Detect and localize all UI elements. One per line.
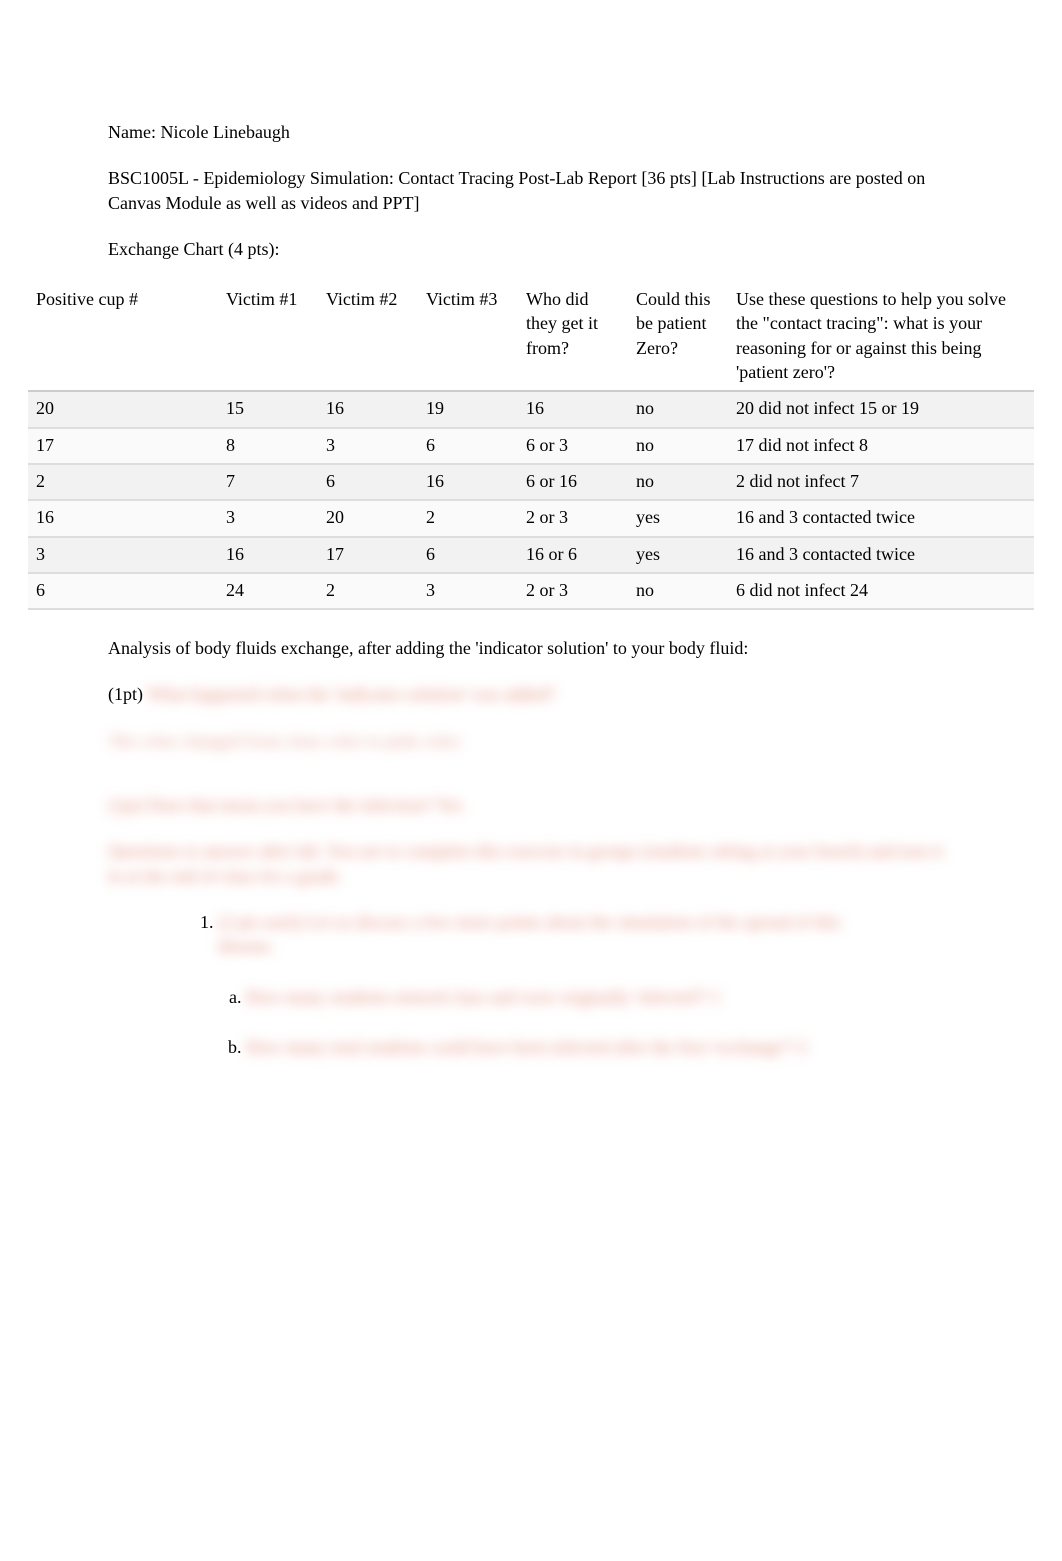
table-row: 1632022 or 3yes16 and 3 contacted twice <box>28 500 1034 536</box>
cell-v3: 16 <box>418 464 518 500</box>
table-row: 31617616 or 6yes16 and 3 contacted twice <box>28 537 1034 573</box>
cell-pz: yes <box>628 537 728 573</box>
cell-v2: 20 <box>318 500 418 536</box>
table-row: 624232 or 3no6 did not infect 24 <box>28 573 1034 609</box>
cell-reason: 6 did not infect 24 <box>728 573 1034 609</box>
cell-who: 6 or 16 <box>518 464 628 500</box>
cell-positive: 2 <box>28 464 218 500</box>
alpha-item-b: How many total students could have been … <box>246 1035 894 1059</box>
table-header-row: Positive cup # Victim #1 Victim #2 Victi… <box>28 283 1034 391</box>
col-header-reason: Use these questions to help you solve th… <box>728 283 1034 391</box>
cell-v3: 3 <box>418 573 518 609</box>
cell-v2: 3 <box>318 428 418 464</box>
question-2-blurred: (1pt) Does that mean you have the infect… <box>108 793 954 817</box>
num1a-text-blurred: How many students entered class and were… <box>246 987 721 1007</box>
cell-pz: no <box>628 464 728 500</box>
col-header-victim1: Victim #1 <box>218 283 318 391</box>
cell-who: 2 or 3 <box>518 500 628 536</box>
lab-report-page: Name: Nicole Linebaugh BSC1005L - Epidem… <box>0 0 1062 1145</box>
cell-v3: 19 <box>418 391 518 427</box>
cell-positive: 20 <box>28 391 218 427</box>
question-1: (1pt) What happened when the 'indicator … <box>108 682 954 706</box>
cell-pz: no <box>628 391 728 427</box>
cell-v2: 17 <box>318 537 418 573</box>
cell-positive: 16 <box>28 500 218 536</box>
cell-reason: 16 and 3 contacted twice <box>728 500 1034 536</box>
q1-text-blurred: What happened when the 'indicator soluti… <box>143 684 555 704</box>
exchange-chart-heading: Exchange Chart (4 pts): <box>108 237 954 261</box>
cell-pz: no <box>628 428 728 464</box>
q1-prefix: (1pt) <box>108 684 143 704</box>
col-header-pz: Could this be patient Zero? <box>628 283 728 391</box>
answer-1-blurred: The color changed from clear color to pi… <box>108 729 954 753</box>
cell-pz: yes <box>628 500 728 536</box>
group-instructions-blurred: Questions to answer after lab. You are t… <box>108 839 954 888</box>
cell-v1: 15 <box>218 391 318 427</box>
col-header-positive: Positive cup # <box>28 283 218 391</box>
student-name: Name: Nicole Linebaugh <box>108 120 954 144</box>
cell-v1: 24 <box>218 573 318 609</box>
col-header-victim3: Victim #3 <box>418 283 518 391</box>
cell-v3: 2 <box>418 500 518 536</box>
alpha-list: How many students entered class and were… <box>246 985 894 1060</box>
cell-v1: 7 <box>218 464 318 500</box>
exchange-chart-table: Positive cup # Victim #1 Victim #2 Victi… <box>28 283 1034 610</box>
cell-positive: 6 <box>28 573 218 609</box>
table-body: 2015161916no20 did not infect 15 or 1917… <box>28 391 1034 609</box>
table-row: 178366 or 3no17 did not infect 8 <box>28 428 1034 464</box>
cell-who: 6 or 3 <box>518 428 628 464</box>
cell-v2: 6 <box>318 464 418 500</box>
cell-v3: 6 <box>418 428 518 464</box>
cell-reason: 17 did not infect 8 <box>728 428 1034 464</box>
cell-reason: 2 did not infect 7 <box>728 464 1034 500</box>
alpha-item-a: How many students entered class and were… <box>246 985 894 1009</box>
cell-v3: 6 <box>418 537 518 573</box>
cell-v1: 16 <box>218 537 318 573</box>
analysis-intro: Analysis of body fluids exchange, after … <box>108 636 954 660</box>
report-title: BSC1005L - Epidemiology Simulation: Cont… <box>108 166 954 215</box>
cell-v2: 2 <box>318 573 418 609</box>
num1-text-blurred: (2 pts each) Let us discuss a few more p… <box>218 912 840 956</box>
cell-v1: 8 <box>218 428 318 464</box>
numbered-questions: (2 pts each) Let us discuss a few more p… <box>218 910 894 1059</box>
cell-positive: 17 <box>28 428 218 464</box>
table-row: 276166 or 16no2 did not infect 7 <box>28 464 1034 500</box>
cell-pz: no <box>628 573 728 609</box>
cell-v1: 3 <box>218 500 318 536</box>
cell-positive: 3 <box>28 537 218 573</box>
cell-reason: 20 did not infect 15 or 19 <box>728 391 1034 427</box>
cell-who: 16 or 6 <box>518 537 628 573</box>
cell-v2: 16 <box>318 391 418 427</box>
numbered-item-1: (2 pts each) Let us discuss a few more p… <box>218 910 894 1059</box>
num1b-text-blurred: How many total students could have been … <box>246 1037 807 1057</box>
cell-who: 2 or 3 <box>518 573 628 609</box>
cell-who: 16 <box>518 391 628 427</box>
col-header-who: Who did they get it from? <box>518 283 628 391</box>
cell-reason: 16 and 3 contacted twice <box>728 537 1034 573</box>
col-header-victim2: Victim #2 <box>318 283 418 391</box>
table-row: 2015161916no20 did not infect 15 or 19 <box>28 391 1034 427</box>
